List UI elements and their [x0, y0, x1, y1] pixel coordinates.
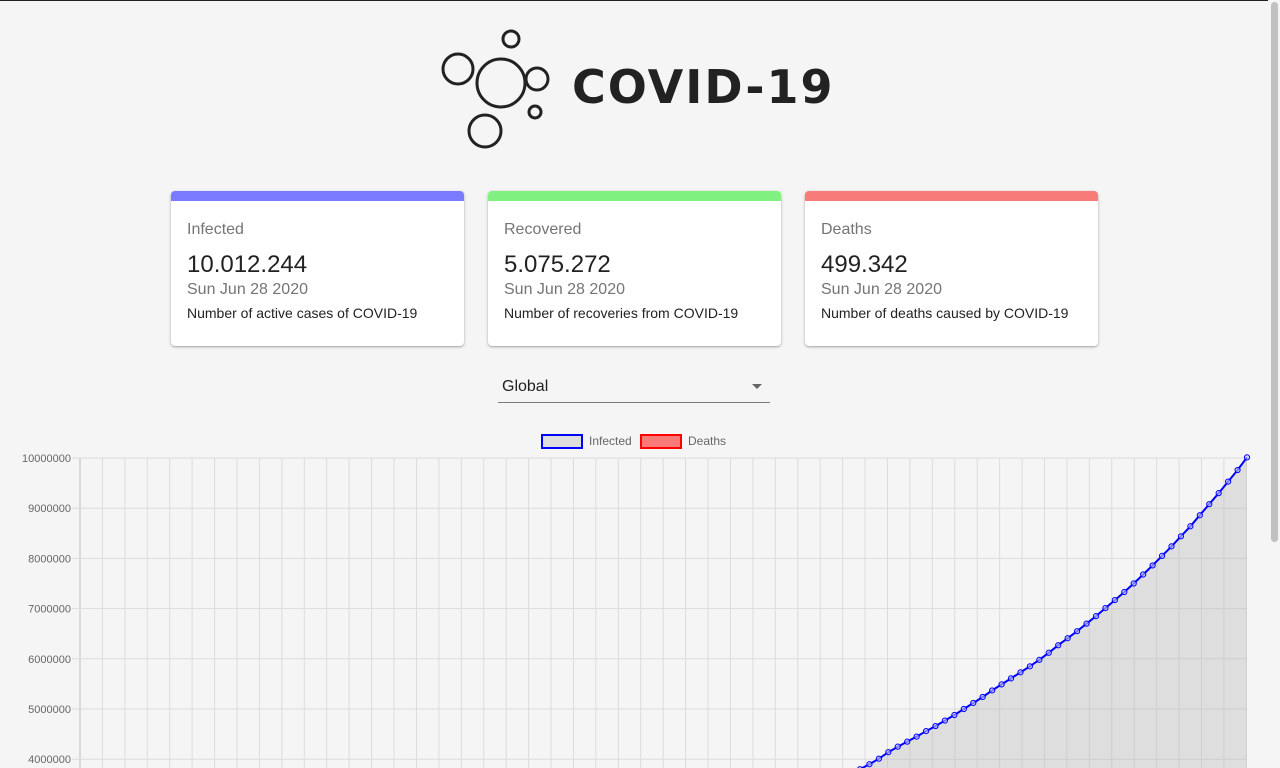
legend-label-deaths: Deaths [688, 434, 727, 448]
infected-data-point [885, 749, 892, 756]
infected-data-point [1130, 580, 1137, 587]
infected-data-point [932, 722, 939, 730]
y-tick-label: 5000000 [28, 704, 71, 716]
infected-area-fill [860, 457, 1247, 768]
infected-data-point [979, 693, 986, 701]
deaths-card-accent-bar [805, 191, 1098, 201]
infected-data-point [951, 711, 958, 719]
country-select-value: Global [502, 378, 549, 395]
infected-data-point [1177, 533, 1185, 540]
infected-data-point [960, 705, 967, 713]
infected-data-point [1243, 454, 1251, 461]
infected-data-point [1064, 635, 1071, 642]
recovered-card-accent-bar [488, 191, 781, 201]
infected-card-date: Sun Jun 28 2020 [187, 281, 308, 298]
infected-data-point [1215, 490, 1222, 497]
infected-data-point [1026, 663, 1034, 670]
y-tick-label: 4000000 [28, 754, 71, 766]
infected-data-point [1121, 588, 1128, 596]
infected-card: Infected 10.012.244 Sun Jun 28 2020 Numb… [171, 191, 464, 346]
infected-data-point [1111, 596, 1118, 604]
recovered-card-value: 5.075.272 [504, 251, 611, 278]
infected-data-point [970, 699, 977, 707]
infected-data-point [1196, 512, 1203, 519]
infected-data-point [1168, 543, 1175, 550]
infected-data-point [1073, 628, 1081, 635]
infected-data-point [1234, 466, 1241, 474]
infected-data-point [1083, 620, 1090, 627]
legend-swatch-deaths [640, 434, 682, 449]
infected-card-title: Infected [187, 221, 244, 238]
dropdown-arrow-icon [752, 384, 762, 389]
infected-data-point [1149, 562, 1156, 569]
deaths-card-description: Number of deaths caused by COVID-19 [821, 305, 1069, 321]
infected-data-point [998, 681, 1005, 688]
legend-swatch-infected [541, 434, 583, 449]
covid-logo: COVID-19 [440, 28, 833, 152]
infected-data-point [922, 727, 930, 735]
infected-data-point [1007, 675, 1015, 682]
infected-data-point [989, 687, 996, 694]
infected-data-point [1045, 649, 1052, 656]
infected-data-point [1206, 501, 1213, 508]
recovered-card-title: Recovered [504, 221, 582, 238]
infected-card-value: 10.012.244 [187, 251, 308, 278]
infected-card-accent-bar [171, 191, 464, 201]
deaths-card-date: Sun Jun 28 2020 [821, 281, 942, 298]
recovered-card-description: Number of recoveries from COVID-19 [504, 305, 739, 321]
infected-data-point [1187, 523, 1194, 530]
deaths-card: Deaths 499.342 Sun Jun 28 2020 Number of… [805, 191, 1098, 346]
infected-data-point [875, 755, 882, 762]
infected-data-point [1017, 669, 1024, 676]
infected-data-point [1225, 478, 1232, 485]
infected-card-description: Number of active cases of COVID-19 [187, 305, 418, 321]
infected-data-point [866, 761, 873, 768]
infected-data-point [904, 738, 911, 745]
deaths-card-value: 499.342 [821, 251, 908, 278]
infected-data-point [941, 717, 949, 724]
y-tick-label: 8000000 [28, 553, 71, 565]
virus-bubbles-icon [441, 29, 550, 149]
cases-line-chart: 10000000 9000000 8000000 7000000 6000000 5000… [22, 453, 1251, 768]
legend-label-infected: Infected [589, 434, 632, 448]
infected-data-point [1158, 552, 1166, 559]
y-tick-label: 9000000 [28, 503, 71, 515]
vertical-scrollbar[interactable] [1268, 0, 1280, 768]
infected-data-point [1140, 571, 1147, 578]
window-top-border [0, 0, 1280, 1]
infected-data-point [1102, 604, 1109, 612]
recovered-card: Recovered 5.075.272 Sun Jun 28 2020 Numb… [488, 191, 781, 346]
infected-data-point [1092, 613, 1100, 620]
infected-data-point [1055, 642, 1062, 649]
infected-data-point [1036, 656, 1043, 663]
y-tick-label: 10000000 [22, 453, 71, 465]
recovered-card-date: Sun Jun 28 2020 [504, 281, 625, 298]
scrollbar-thumb[interactable] [1271, 2, 1278, 542]
y-tick-label: 7000000 [28, 604, 71, 616]
infected-data-point [894, 743, 901, 750]
logo-title: COVID-19 [572, 60, 835, 114]
deaths-card-title: Deaths [821, 221, 872, 238]
infected-data-point [913, 733, 920, 740]
y-tick-label: 6000000 [28, 654, 71, 666]
country-select[interactable]: Global [498, 372, 770, 403]
